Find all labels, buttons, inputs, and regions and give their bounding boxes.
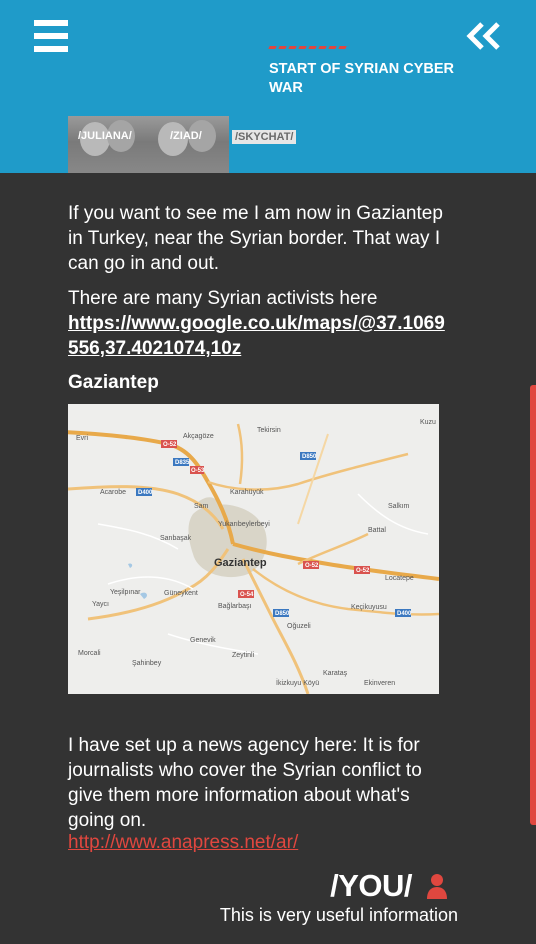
map-place-label: Yeşilpınar	[110, 589, 141, 596]
map-place-label: Ekinveren	[364, 680, 395, 687]
ziad-photo	[146, 116, 229, 173]
tab-juliana[interactable]: /JULIANA/	[68, 116, 146, 173]
chat-message: There are many Syrian activists here	[68, 288, 378, 309]
svg-text:O-53: O-53	[191, 468, 205, 474]
svg-text:O-52: O-52	[163, 442, 177, 448]
map-place-label: Evri	[76, 435, 89, 442]
map-place-label: Karahüyük	[230, 489, 264, 496]
app-header: START OF SYRIAN CYBER WAR /JULIANA/ /ZIA…	[0, 0, 536, 173]
double-chevron-left-icon[interactable]	[466, 22, 502, 50]
anapress-link[interactable]: http://www.anapress.net/ar/	[68, 832, 298, 853]
map-place-label: Akçagöze	[183, 433, 214, 440]
map-image[interactable]: O-52 D835 O-53 D400 D850 O-52 O-52 O-54 …	[68, 404, 439, 694]
map-place-label: Battal	[368, 527, 386, 534]
chat-message: I have set up a news agency here: It is …	[68, 735, 422, 831]
svg-text:D850: D850	[275, 611, 290, 617]
chat-message: Gaziantep	[68, 372, 159, 393]
map-place-label: Morcali	[78, 650, 101, 657]
map-place-label: Karataş	[323, 670, 348, 677]
chat-message: https://www.google.co.uk/maps/@37.106955…	[68, 311, 448, 361]
you-header: /YOU/	[330, 868, 412, 904]
map-place-label: Bağlarbaşı	[218, 603, 252, 610]
svg-text:O-52: O-52	[356, 568, 370, 574]
map-place-label: Yukarıbeylerbeyi	[218, 521, 270, 528]
map-place-label: İkizkuyu Köyü	[276, 678, 319, 687]
map-city-label: Gaziantep	[214, 557, 267, 569]
tab-ziad[interactable]: /ZIAD/	[146, 116, 229, 173]
juliana-photo	[68, 116, 146, 173]
scrollbar[interactable]	[530, 385, 536, 825]
map-place-label: Tekirsin	[257, 427, 281, 434]
user-icon	[427, 874, 447, 899]
tab-label: /ZIAD/	[170, 130, 202, 142]
page-title: START OF SYRIAN CYBER WAR	[269, 61, 455, 96]
google-maps-link[interactable]: https://www.google.co.uk/maps/@37.106955…	[68, 311, 448, 361]
map-place-label: Yaycı	[92, 601, 109, 608]
map-place-label: Kuzu	[420, 419, 436, 426]
map-place-label: Locatepe	[385, 575, 414, 582]
svg-text:D850: D850	[302, 454, 317, 460]
tab-label: /JULIANA/	[78, 130, 132, 142]
map-place-label: Zeytinli	[232, 652, 255, 659]
map-place-label: Sanbaşak	[160, 535, 192, 542]
tab-label: /SKYCHAT/	[232, 130, 297, 144]
map-place-label: Acarobe	[100, 489, 126, 496]
chat-message: http://www.anapress.net/ar/	[68, 830, 448, 855]
map-place-label: Oğuzeli	[287, 623, 311, 630]
you-message: This is very useful information	[219, 905, 458, 925]
map-place-label: Güneykent	[164, 590, 198, 597]
progress-marks	[268, 46, 347, 49]
you-label: /YOU/	[330, 868, 412, 903]
svg-text:O-52: O-52	[305, 563, 319, 569]
svg-text:D835: D835	[175, 460, 190, 466]
svg-text:D400: D400	[397, 611, 412, 617]
map-place-label: Salkım	[388, 503, 410, 510]
map-place-label: Şahinbey	[132, 660, 162, 667]
map-place-label: Keçikuyusu	[351, 604, 387, 611]
map-place-label: Genevik	[190, 637, 216, 644]
chat-message: If you want to see me I am now in Gazian…	[68, 203, 443, 274]
map-place-label: Sam	[194, 503, 209, 510]
svg-text:O-54: O-54	[240, 592, 254, 598]
svg-text:D400: D400	[138, 490, 153, 496]
tab-skychat[interactable]: /SKYCHAT/	[229, 116, 301, 173]
character-tabs: /JULIANA/ /ZIAD/ /SKYCHAT/	[68, 116, 301, 173]
hamburger-menu-icon[interactable]	[34, 20, 68, 54]
